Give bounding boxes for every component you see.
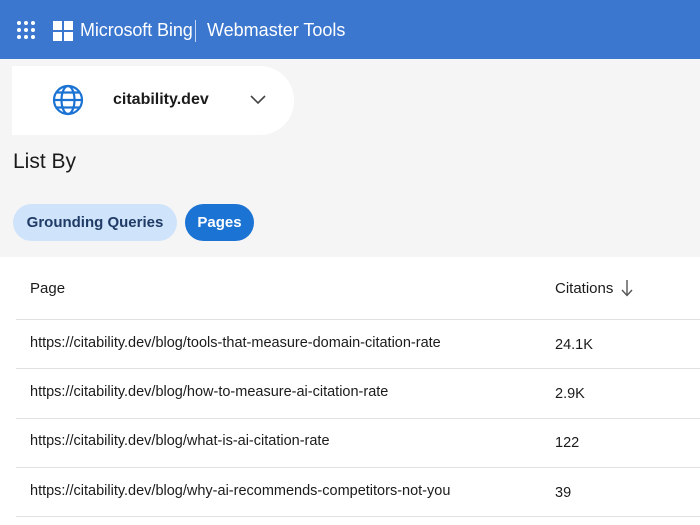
- table-row-page-url[interactable]: https://citability.dev/blog/tools-that-m…: [30, 335, 441, 351]
- header-divider: [195, 20, 196, 42]
- site-name[interactable]: citability.dev: [113, 91, 209, 109]
- table-row-citations: 24.1K: [555, 337, 593, 353]
- microsoft-logo-icon: [53, 21, 73, 41]
- table-row-citations: 2.9K: [555, 386, 585, 402]
- table-row-citations: 122: [555, 435, 580, 451]
- product-name[interactable]: Webmaster Tools: [207, 20, 345, 41]
- column-header-page[interactable]: Page: [30, 280, 65, 297]
- sort-descending-icon[interactable]: [620, 278, 634, 298]
- list-by-heading: List By: [13, 150, 77, 173]
- column-header-citations[interactable]: Citations: [555, 280, 613, 297]
- chevron-down-icon[interactable]: [249, 90, 267, 108]
- table-row-page-url[interactable]: https://citability.dev/blog/why-ai-recom…: [30, 483, 450, 499]
- tab-pages[interactable]: Pages: [185, 204, 254, 241]
- row-divider: [16, 516, 700, 517]
- row-divider: [16, 418, 700, 419]
- top-bar: Microsoft Bing Webmaster Tools: [0, 0, 700, 59]
- tab-grounding-queries[interactable]: Grounding Queries: [13, 204, 177, 241]
- row-divider: [16, 368, 700, 369]
- table-row-citations: 39: [555, 485, 572, 501]
- table-row-page-url[interactable]: https://citability.dev/blog/how-to-measu…: [30, 384, 388, 400]
- brand-name[interactable]: Microsoft Bing: [80, 20, 193, 41]
- table-row-page-url[interactable]: https://citability.dev/blog/what-is-ai-c…: [30, 433, 330, 449]
- app-launcher-icon[interactable]: [17, 21, 35, 39]
- row-divider: [16, 467, 700, 468]
- row-divider: [16, 319, 700, 320]
- globe-icon: [52, 84, 84, 116]
